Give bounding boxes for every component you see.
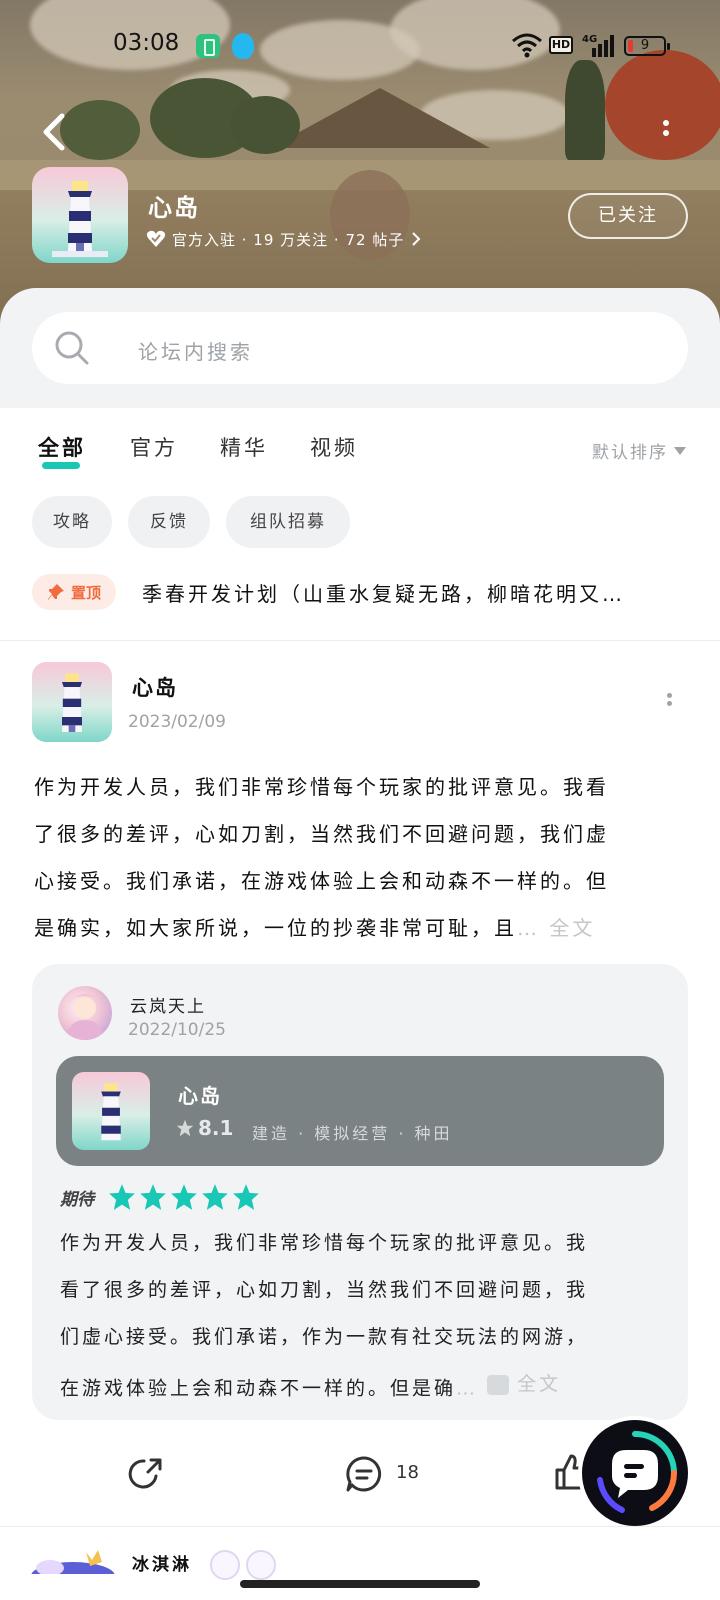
follow-button[interactable]: 已关注 [568,193,688,239]
post-body[interactable]: 作为开发人员，我们非常珍惜每个玩家的批评意见。我看 了很多的差评，心如刀割，当然… [34,764,668,952]
status-time: 03:08 [113,30,180,56]
chip-feedback[interactable]: 反馈 [128,496,210,548]
tab-all[interactable]: 全部 [38,432,86,462]
more-options-icon[interactable] [654,116,678,150]
status-bar: 03:08 HD 4G 9 [0,28,720,64]
forum-name: 心岛 [148,194,200,222]
post-date: 2023/02/09 [128,712,226,732]
game-tags: 建造 · 模拟经营 · 种田 [252,1124,453,1143]
search-placeholder: 论坛内搜索 [138,340,253,364]
quote-author-avatar[interactable] [58,986,112,1040]
chevron-right-icon [412,232,421,246]
post-author-name[interactable]: 心岛 [132,672,178,702]
quote-author-name[interactable]: 云岚天上 [130,992,206,1017]
home-indicator[interactable] [240,1580,480,1588]
quote-date: 2022/10/25 [128,1020,226,1040]
sort-label: 默认排序 [592,443,668,463]
quote-body[interactable]: 作为开发人员，我们非常珍惜每个玩家的批评意见。我 看了很多的差评，心如刀割，当然… [60,1220,664,1408]
quote-line: 们虚心接受。我们承诺，作为一款有社交玩法的网游， [60,1326,589,1348]
back-arrow-icon[interactable] [36,110,76,154]
search-icon [55,331,89,365]
post-line: 了很多的差评，心如刀割，当然我们不回避问题，我们虚 [34,822,609,846]
sort-dropdown[interactable]: 默认排序 [592,438,686,463]
post-line: 作为开发人员，我们非常珍惜每个玩家的批评意见。我看 [34,775,609,799]
signal-icon: 4G [582,34,614,57]
verified-heart-icon [146,230,166,247]
wifi-icon [512,33,542,58]
comment-icon[interactable] [344,1454,384,1494]
tab-official[interactable]: 官方 [130,432,178,462]
pinned-post-title: 季春开发计划（山重水复疑无路，柳暗花明又… [142,582,625,606]
comment-count: 18 [396,1462,419,1483]
rating-star-icon [171,1184,197,1210]
search-input[interactable]: 论坛内搜索 [32,312,688,384]
forum-game-icon [32,167,128,263]
ellipsis: … [517,916,540,940]
divider [0,1526,720,1527]
game-card[interactable]: 心岛 8.1 建造 · 模拟经营 · 种田 [56,1056,664,1166]
game-name: 心岛 [178,1084,222,1108]
battery-level: 9 [640,38,650,53]
rating-stars [108,1183,260,1211]
quote-line-last: 在游戏体验上会和动森不一样的。但是确… 全文 [60,1361,664,1408]
rating-star-icon [109,1184,135,1210]
rating-row: 期待 [60,1182,260,1212]
active-tab-indicator [42,462,80,469]
post-line: 心接受。我们承诺，在游戏体验上会和动森不一样的。但 [34,869,609,893]
qq-notification-icon [232,33,254,59]
post-full-text-link[interactable]: 全文 [549,916,595,940]
post-more-icon[interactable] [662,690,676,714]
ellipsis: … [456,1377,479,1400]
pin-icon [47,584,64,600]
chip-team-recruit[interactable]: 组队招募 [226,496,350,548]
quote-line: 作为开发人员，我们非常珍惜每个玩家的批评意见。我 [60,1232,589,1254]
quote-full-text-link[interactable]: 全文 [487,1361,561,1408]
battery-icon: 9 [624,36,670,56]
chip-guides[interactable]: 攻略 [32,496,112,548]
hd-icon: HD [549,36,573,54]
rating-label: 期待 [60,1189,94,1210]
tab-video[interactable]: 视频 [310,432,358,462]
game-icon [72,1072,150,1150]
forum-meta-text: 官方入驻 · 19 万关注 · 72 帖子 [172,230,405,249]
rating-star-icon [202,1184,228,1210]
divider [0,640,720,641]
dropdown-triangle-icon [674,446,686,455]
tab-featured[interactable]: 精华 [220,432,268,462]
app-notification-icon [196,34,220,58]
rating-star-icon [140,1184,166,1210]
chat-assistant-button[interactable] [582,1420,688,1526]
pinned-badge: 置顶 [32,574,116,610]
rating-star-icon [233,1184,259,1210]
next-post-author[interactable]: 冰淇淋 [132,1550,192,1575]
share-icon[interactable] [126,1454,166,1494]
star-icon [176,1119,194,1137]
forum-meta[interactable]: 官方入驻 · 19 万关注 · 72 帖子 [146,226,422,252]
network-type: 4G [582,34,597,45]
post-line-last: 是确实，如大家所说，一位的抄袭非常可耻，且… 全文 [34,916,596,940]
post-author-avatar[interactable] [32,662,112,742]
quote-line: 看了很多的差评，心如刀割，当然我们不回避问题，我 [60,1279,589,1301]
image-icon [487,1374,510,1395]
game-score: 8.1 [176,1116,233,1140]
pinned-post[interactable]: 置顶 季春开发计划（山重水复疑无路，柳暗花明又… [32,572,692,614]
next-post-badges [210,1550,276,1580]
next-post-avatar[interactable] [28,1540,118,1574]
